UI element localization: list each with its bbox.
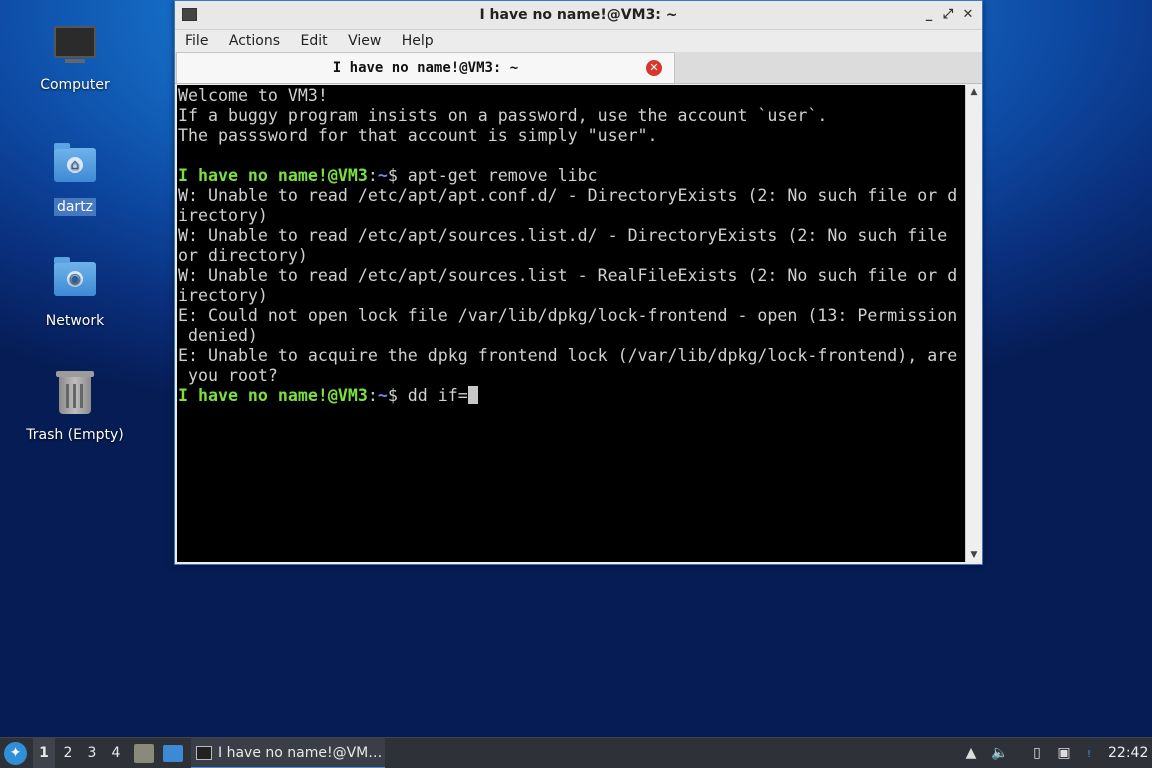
desktop-icon-computer[interactable]: Computer [20, 22, 130, 94]
expand-tray-icon[interactable]: ▲ [962, 744, 980, 762]
desktop-icon-label: Computer [40, 77, 110, 93]
menu-view[interactable]: View [348, 30, 381, 52]
computer-icon [53, 26, 97, 70]
terminal-line: If a buggy program insists on a password… [178, 106, 828, 125]
terminal-scrollbar[interactable]: ▲ ▼ [965, 85, 981, 562]
tab-label: I have no name!@VM3: ~ [332, 60, 519, 76]
taskbar: ✦ 1 2 3 4 I have no name!@VM… ▲ 🔈 ▯ ▣ ! … [0, 737, 1152, 768]
workspace-4[interactable]: 4 [105, 738, 127, 768]
trash-icon [53, 371, 97, 420]
close-button[interactable]: ✕ [959, 6, 977, 24]
notification-badge: ! [1086, 749, 1091, 760]
prompt-separator: : [367, 166, 378, 185]
terminal-window: I have no name!@VM3: ~ _ ⤢ ✕ File Action… [174, 0, 983, 565]
terminal-line: E: Could not open lock file /var/lib/dpk… [178, 306, 958, 325]
prompt-command: $ apt-get remove libc [387, 166, 598, 185]
prompt-separator: : [367, 386, 378, 405]
menu-edit[interactable]: Edit [300, 30, 327, 52]
minimize-button[interactable]: _ [920, 6, 938, 24]
task-label: I have no name!@VM… [218, 745, 383, 761]
terminal-line: denied) [178, 326, 258, 345]
notification-icon[interactable]: ! [1080, 744, 1098, 762]
menu-actions[interactable]: Actions [229, 30, 280, 52]
terminal-text: Welcome to VM3! If a buggy program insist… [177, 85, 965, 406]
terminal-line: irectory) [178, 286, 268, 305]
workspace-3[interactable]: 3 [81, 738, 103, 768]
workspace-1[interactable]: 1 [33, 738, 55, 768]
taskbar-task-terminal[interactable]: I have no name!@VM… [191, 738, 385, 768]
terminal-task-icon [196, 746, 212, 760]
window-title: I have no name!@VM3: ~ [479, 7, 678, 23]
terminal-prompt-line: I have no name!@VM3:~$ apt-get remove li… [178, 166, 965, 186]
show-desktop-icon[interactable] [163, 745, 183, 762]
prompt-path: ~ [377, 386, 388, 405]
terminal-line: E: Unable to acquire the dpkg frontend l… [178, 346, 958, 365]
prompt-user: I have no name!@VM3 [178, 386, 368, 405]
terminal-line: irectory) [178, 206, 268, 225]
maximize-button[interactable]: ⤢ [939, 6, 957, 24]
terminal-line: The passsword for that account is simply… [178, 126, 658, 145]
tab-close-icon[interactable]: ✕ [646, 60, 662, 76]
menu-bar: File Actions Edit View Help [175, 30, 982, 52]
terminal-prompt-line: I have no name!@VM3:~$ dd if= [178, 386, 965, 406]
scroll-down-icon[interactable]: ▼ [968, 549, 980, 561]
terminal-cursor [467, 386, 478, 404]
prompt-command: $ dd if= [387, 386, 468, 405]
desktop-icon-network[interactable]: ◉ Network [20, 256, 130, 330]
desktop-icon-label: Trash (Empty) [26, 427, 124, 443]
home-folder-icon: ⌂ [53, 143, 97, 192]
file-manager-launcher-icon[interactable] [134, 744, 154, 763]
prompt-path: ~ [377, 166, 388, 185]
clipboard-icon[interactable]: ▯ [1028, 744, 1046, 762]
terminal-line: W: Unable to read /etc/apt/apt.conf.d/ -… [178, 186, 958, 205]
desktop-icon-label: dartz [53, 198, 97, 216]
scroll-up-icon[interactable]: ▲ [968, 86, 980, 98]
desktop-icon-label: Network [45, 313, 105, 329]
clock[interactable]: 22:42 [1108, 738, 1148, 768]
desktop-icon-trash[interactable]: Trash (Empty) [20, 371, 130, 444]
terminal-output[interactable]: Welcome to VM3! If a buggy program insist… [177, 85, 965, 562]
desktop-icon-home-folder[interactable]: ⌂ dartz [20, 142, 130, 216]
window-titlebar[interactable]: I have no name!@VM3: ~ _ ⤢ ✕ [175, 1, 982, 30]
terminal-line: Welcome to VM3! [178, 86, 328, 105]
terminal-line: W: Unable to read /etc/apt/sources.list.… [178, 226, 948, 245]
prompt-user: I have no name!@VM3 [178, 166, 368, 185]
volume-icon[interactable]: 🔈 [991, 744, 1009, 762]
menu-help[interactable]: Help [402, 30, 434, 52]
start-menu-icon[interactable]: ✦ [4, 742, 27, 765]
terminal-line: you root? [178, 366, 278, 385]
network-icon[interactable]: ▣ [1055, 744, 1073, 762]
workspace-2[interactable]: 2 [57, 738, 79, 768]
tab-bar: I have no name!@VM3: ~ ✕ [175, 52, 982, 84]
network-folder-icon: ◉ [53, 257, 97, 306]
terminal-line: W: Unable to read /etc/apt/sources.list … [178, 266, 958, 285]
tab-terminal[interactable]: I have no name!@VM3: ~ ✕ [176, 52, 675, 83]
terminal-line: or directory) [178, 246, 308, 265]
menu-file[interactable]: File [185, 30, 208, 52]
